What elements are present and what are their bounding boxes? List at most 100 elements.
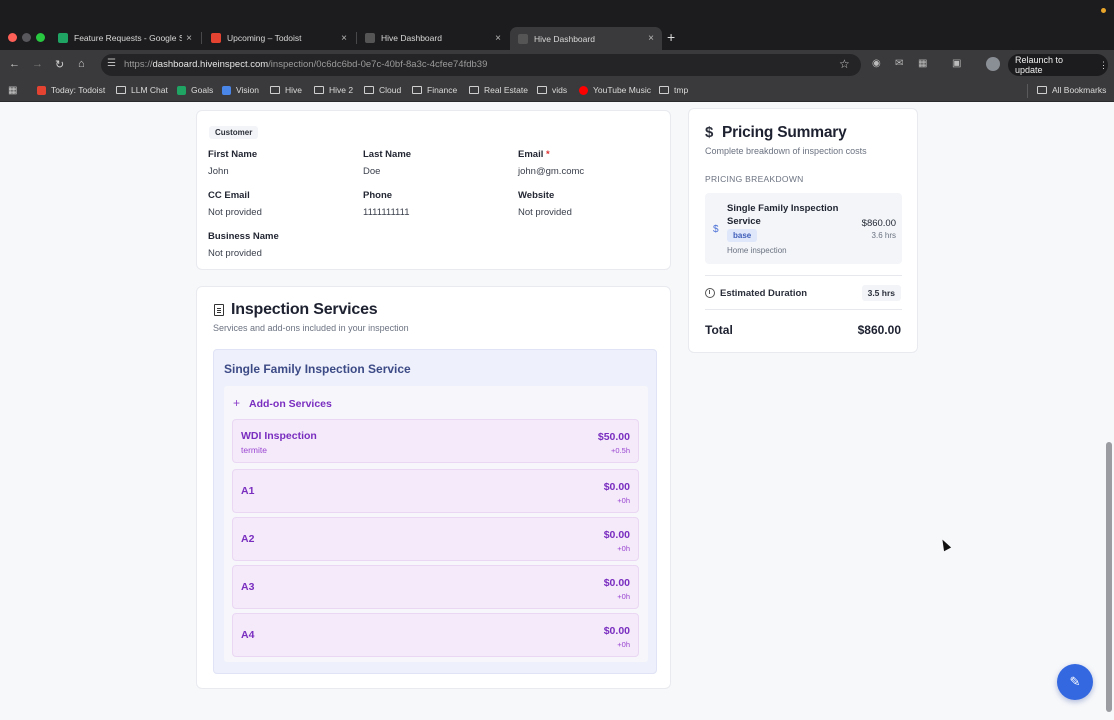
email-label: Email * [518, 149, 550, 160]
home-icon[interactable]: ⌂ [78, 58, 85, 70]
bookmark-tmp[interactable]: tmp [659, 85, 688, 95]
tab-feature-requests[interactable]: Feature Requests - Google Sh × [50, 28, 200, 48]
customer-section-label: Customer [209, 126, 259, 139]
bookmark-star-icon[interactable]: ☆ [839, 57, 850, 71]
mail-icon[interactable]: ✉ [895, 58, 903, 69]
cc-email-label: CC Email [208, 190, 250, 201]
addon-name: A1 [241, 485, 255, 497]
divider [705, 275, 902, 276]
addon-time: +0h [617, 640, 630, 649]
docs-icon [222, 85, 231, 95]
mouse-cursor-icon [938, 537, 952, 552]
service-box: Single Family Inspection Service + Add-o… [213, 349, 657, 674]
line-item-description: Home inspection [727, 246, 787, 255]
relaunch-button[interactable]: Relaunch to update ⋮ [1008, 54, 1108, 76]
bookmark-youtube-music[interactable]: YouTube Music [579, 85, 651, 95]
first-name-label: First Name [208, 149, 258, 160]
bookmark-finance[interactable]: Finance [412, 85, 457, 95]
total-label: Total [705, 323, 733, 337]
phone-value: 1111111111 [363, 207, 410, 218]
divider [705, 309, 902, 310]
bookmark-vids[interactable]: vids [537, 85, 567, 95]
tab-hive-dashboard[interactable]: Hive Dashboard × [357, 28, 509, 48]
addon-item[interactable]: A3 $0.00 +0h [232, 565, 639, 609]
profile-avatar[interactable] [986, 57, 1000, 71]
all-bookmarks[interactable]: All Bookmarks [1037, 85, 1106, 95]
website-label: Website [518, 190, 555, 201]
phone-label: Phone [363, 190, 393, 201]
folder-icon [412, 86, 422, 94]
apps-grid-icon[interactable]: ▦ [8, 85, 17, 96]
addon-price: $50.00 [597, 431, 630, 443]
addon-item[interactable]: A1 $0.00 +0h [232, 469, 639, 513]
addon-price: $0.00 [603, 625, 630, 637]
clock-icon [705, 288, 715, 298]
close-tab-icon[interactable]: × [341, 33, 347, 44]
camera-icon[interactable]: ◉ [872, 58, 881, 69]
forward-icon[interactable]: → [32, 58, 43, 70]
addon-item[interactable]: WDI Inspection termite $50.00 +0.5h [232, 419, 639, 463]
close-tab-icon[interactable]: × [648, 33, 654, 44]
base-badge: base [727, 229, 758, 242]
pricing-summary-subtitle: Complete breakdown of inspection costs [705, 146, 867, 156]
folder-icon [364, 86, 374, 94]
bookmark-hive[interactable]: Hive [270, 85, 302, 95]
tab-search-icon[interactable]: ▣ [952, 58, 961, 69]
extensions-icon[interactable]: ▦ [918, 58, 927, 69]
folder-icon [659, 86, 669, 94]
close-tab-icon[interactable]: × [495, 33, 501, 44]
close-window-button[interactable] [8, 33, 17, 42]
bookmarks-separator [1027, 84, 1028, 98]
close-tab-icon[interactable]: × [186, 33, 192, 44]
bookmark-today-todoist[interactable]: Today: Todoist [37, 85, 105, 95]
addon-name: A3 [241, 581, 255, 593]
new-tab-button[interactable]: + [667, 29, 675, 45]
page-scrollbar[interactable] [1106, 442, 1112, 712]
url-text[interactable]: https://dashboard.hiveinspect.com/inspec… [124, 59, 487, 70]
todoist-icon [211, 33, 221, 43]
addon-price: $0.00 [603, 481, 630, 493]
bookmark-cloud[interactable]: Cloud [364, 85, 401, 95]
document-icon [214, 304, 224, 316]
business-name-value: Not provided [208, 248, 262, 259]
folder-icon [116, 86, 126, 94]
hive-icon [518, 33, 528, 44]
bookmark-vision[interactable]: Vision [222, 85, 259, 95]
inspection-services-title: Inspection Services [231, 301, 378, 318]
minimize-window-button[interactable] [22, 33, 31, 42]
addons-section: + Add-on Services WDI Inspection termite… [224, 386, 648, 662]
addon-item[interactable]: A2 $0.00 +0h [232, 517, 639, 561]
email-value: john@gm.comc [518, 166, 585, 177]
sheets-icon [58, 33, 68, 43]
customer-card: Customer First Name John Last Name Doe E… [196, 110, 671, 270]
addon-time: +0h [617, 496, 630, 505]
business-name-label: Business Name [208, 231, 279, 242]
addon-time: +0.5h [611, 446, 630, 455]
menu-kebab-icon[interactable]: ⋮ [1099, 60, 1108, 71]
addon-item[interactable]: A4 $0.00 +0h [232, 613, 639, 657]
todoist-icon [37, 85, 46, 95]
pencil-icon: ✎ [1069, 674, 1081, 689]
addon-price: $0.00 [603, 529, 630, 541]
reload-icon[interactable]: ↻ [55, 58, 64, 71]
pricing-summary-title: Pricing Summary [722, 124, 847, 141]
plus-icon: + [233, 396, 241, 410]
tab-hive-dashboard-active[interactable]: Hive Dashboard × [510, 27, 662, 50]
edit-fab-button[interactable]: ✎ [1057, 664, 1093, 700]
folder-icon [537, 86, 547, 94]
line-item-name: Single Family Inspection Service [727, 203, 839, 227]
pricing-summary-card: $ Pricing Summary Complete breakdown of … [688, 108, 918, 353]
bookmark-hive-2[interactable]: Hive 2 [314, 85, 353, 95]
bookmark-goals[interactable]: Goals [177, 85, 213, 95]
bookmark-llm-chat[interactable]: LLM Chat [116, 85, 168, 95]
tab-todoist[interactable]: Upcoming – Todoist × [203, 28, 355, 48]
maximize-window-button[interactable] [36, 33, 45, 42]
back-icon[interactable]: ← [9, 58, 20, 70]
bookmark-real-estate[interactable]: Real Estate [469, 85, 528, 95]
addon-name: A4 [241, 629, 255, 641]
currency-icon: $ [713, 224, 719, 235]
site-info-icon[interactable]: ☰ [107, 58, 116, 69]
required-asterisk: * [546, 149, 550, 160]
inspection-services-subtitle: Services and add-ons included in your in… [213, 323, 409, 333]
estimated-duration-label: Estimated Duration [720, 288, 808, 299]
